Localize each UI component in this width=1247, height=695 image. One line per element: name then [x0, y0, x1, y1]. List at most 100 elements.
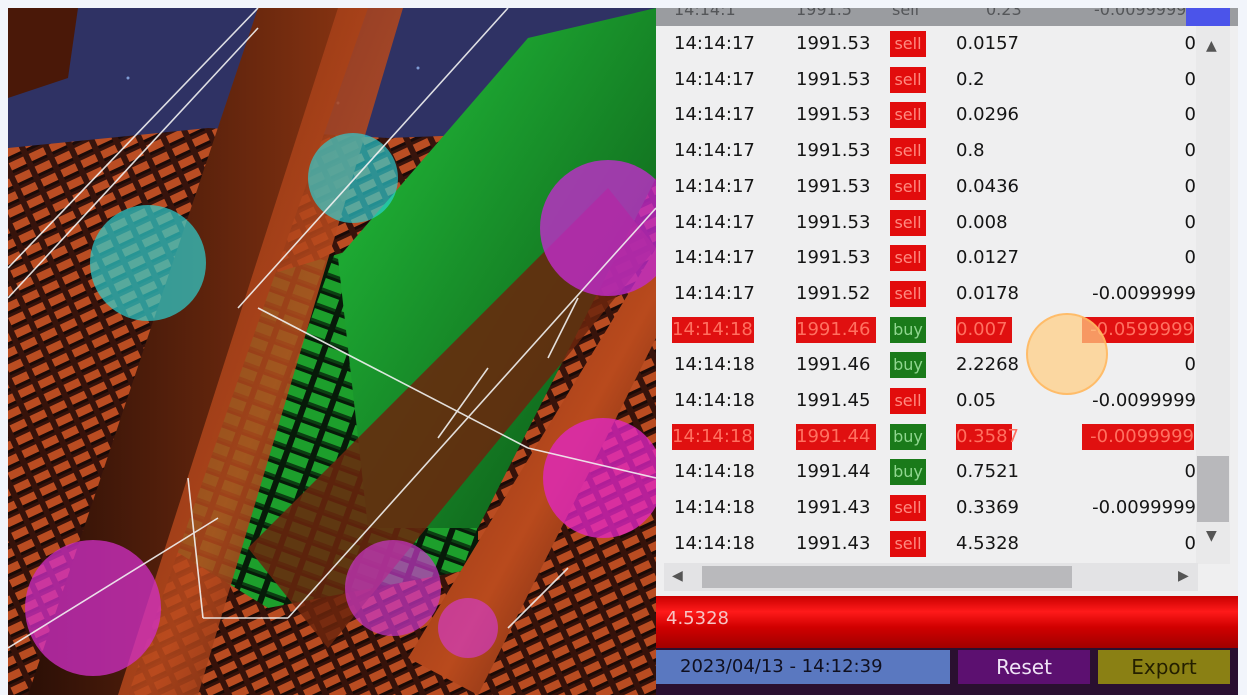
cell-price: 1991.46: [796, 354, 871, 376]
cell-change: 0: [1184, 33, 1196, 54]
cell-change: 0: [1184, 175, 1196, 197]
cell-price: 1991.53: [796, 247, 871, 269]
cell-change: 0: [1184, 140, 1196, 162]
cell-amount: 0.0157: [956, 33, 1019, 54]
cell-side: sell: [890, 173, 926, 200]
cell-amount: 0.008: [956, 211, 1008, 233]
table-row-highlighted[interactable]: 14:14:18 1991.46 buy 0.007 -0.0599999: [656, 312, 1196, 348]
3d-market-visualization[interactable]: [8, 8, 656, 695]
cell-side: sell: [890, 138, 926, 165]
export-button[interactable]: Export: [1098, 650, 1230, 684]
scroll-down-arrow-icon[interactable]: ▼: [1206, 528, 1217, 544]
cell-side: buy: [890, 423, 926, 450]
table-row[interactable]: 14:14:17 1991.52 sell 0.0178 -0.0099999: [656, 276, 1196, 312]
cell-amount: 0.3587: [956, 423, 1019, 450]
cell-side: sell: [890, 388, 926, 414]
cell-time: 14:14:17: [674, 140, 755, 162]
cell-price: 1991.43: [796, 497, 871, 519]
cell-change: 0: [1184, 532, 1196, 554]
cell-amount: 0.0436: [956, 175, 1019, 197]
cell-change: -0.0099999: [1092, 497, 1196, 519]
cell-price: 1991.53: [796, 140, 871, 162]
table-row[interactable]: 14:14:17 1991.53 sell 0.0157 0: [656, 26, 1196, 62]
cell-time: 14:14:17: [674, 175, 755, 197]
cell-time: 14:14:18: [674, 354, 755, 376]
cell-price: 1991.53: [796, 175, 871, 197]
cell-amount: 0.007: [956, 316, 1012, 343]
cell-change: -0.0099999: [1082, 423, 1194, 450]
cell-side: sell: [890, 102, 926, 129]
table-row-highlighted[interactable]: 14:14:18 1991.44 buy 0.3587 -0.0099999: [656, 419, 1196, 455]
visualization-canvas: [8, 8, 656, 695]
cell-amount: 0.7521: [956, 461, 1019, 483]
cursor-indicator: [1026, 313, 1108, 395]
scroll-left-arrow-icon[interactable]: ◀: [672, 568, 683, 584]
header-cell-side: sell: [892, 8, 920, 19]
table-row[interactable]: 14:14:17 1991.53 sell 0.0296 0: [656, 97, 1196, 133]
cell-price: 1991.44: [796, 461, 871, 483]
cell-price: 1991.52: [796, 282, 871, 304]
cell-change: 0: [1184, 68, 1196, 90]
selected-amount: 4.5328: [666, 608, 729, 629]
vertical-scroll-thumb[interactable]: [1197, 456, 1229, 522]
trade-grid-header: 14:14:1 1991.5 sell 0.23 -0.0099999: [656, 8, 1238, 26]
cell-side: buy: [890, 316, 926, 343]
cell-amount: 0.0296: [956, 104, 1019, 126]
cell-time: 14:14:18: [674, 532, 755, 554]
cell-price: 1991.44: [796, 423, 876, 450]
cell-change: -0.0099999: [1092, 282, 1196, 304]
cell-price: 1991.46: [796, 316, 876, 343]
cell-time: 14:14:17: [674, 211, 755, 233]
cell-price: 1991.43: [796, 532, 871, 554]
table-row[interactable]: 14:14:17 1991.53 sell 0.0127 0: [656, 240, 1196, 276]
table-row[interactable]: 14:14:18 1991.43 sell 0.3369 -0.0099999: [656, 490, 1196, 526]
trade-panel: 14:14:1 1991.5 sell 0.23 -0.0099999 14:1…: [656, 8, 1238, 695]
cell-change: 0: [1184, 461, 1196, 483]
cell-time: 14:14:17: [674, 104, 755, 126]
cell-side: sell: [890, 530, 926, 557]
cell-side: sell: [890, 66, 926, 93]
cell-amount: 0.3369: [956, 497, 1019, 519]
cell-time: 14:14:17: [674, 68, 755, 90]
reset-button[interactable]: Reset: [958, 650, 1090, 684]
cell-amount: 0.2: [956, 68, 985, 90]
cell-change: 0: [1184, 247, 1196, 269]
header-cell-price: 1991.5: [796, 8, 852, 19]
scroll-right-arrow-icon[interactable]: ▶: [1178, 568, 1189, 584]
header-cell-time: 14:14:1: [674, 8, 736, 19]
header-corner: [1186, 8, 1230, 26]
cell-amount: 2.2268: [956, 354, 1019, 376]
cell-time: 14:14:18: [674, 497, 755, 519]
cell-price: 1991.53: [796, 33, 871, 54]
cell-amount: 0.05: [956, 390, 997, 411]
cell-price: 1991.53: [796, 104, 871, 126]
cell-side: sell: [890, 245, 926, 272]
table-row[interactable]: 14:14:18 1991.45 sell 0.05 -0.0099999: [656, 383, 1196, 419]
cell-change: 0: [1184, 104, 1196, 126]
table-row[interactable]: 14:14:18 1991.44 buy 0.7521 0: [656, 454, 1196, 490]
cell-side: buy: [890, 352, 926, 379]
horizontal-scrollbar[interactable]: ◀ ▶: [664, 563, 1198, 591]
cell-amount: 4.5328: [956, 532, 1019, 554]
cell-change: -0.0099999: [1092, 390, 1196, 411]
table-row[interactable]: 14:14:17 1991.53 sell 0.0436 0: [656, 169, 1196, 205]
cell-time: 14:14:18: [672, 423, 754, 450]
cell-time: 14:14:18: [672, 316, 754, 343]
horizontal-scroll-thumb[interactable]: [702, 566, 1072, 588]
selected-trade-band: 4.5328: [656, 596, 1238, 648]
timestamp-display: 2023/04/13 - 14:12:39: [656, 650, 950, 684]
cell-side: buy: [890, 459, 926, 486]
cell-time: 14:14:17: [674, 282, 755, 304]
header-cell-amount: 0.23: [986, 8, 1022, 19]
table-row[interactable]: 14:14:17 1991.53 sell 0.2 0: [656, 62, 1196, 98]
cell-price: 1991.53: [796, 211, 871, 233]
cell-time: 14:14:18: [674, 390, 755, 411]
table-row[interactable]: 14:14:18 1991.46 buy 2.2268 0: [656, 347, 1196, 383]
table-row[interactable]: 14:14:17 1991.53 sell 0.8 0: [656, 133, 1196, 169]
table-row[interactable]: 14:14:18 1991.43 sell 4.5328 0: [656, 526, 1196, 562]
scroll-up-arrow-icon[interactable]: ▲: [1206, 38, 1217, 54]
table-row[interactable]: 14:14:17 1991.53 sell 0.008 0: [656, 205, 1196, 241]
header-cell-change: -0.0099999: [1094, 8, 1187, 19]
trade-grid[interactable]: 14:14:17 1991.53 sell 0.0157 0 14:14:17 …: [656, 26, 1196, 563]
cell-price: 1991.53: [796, 68, 871, 90]
